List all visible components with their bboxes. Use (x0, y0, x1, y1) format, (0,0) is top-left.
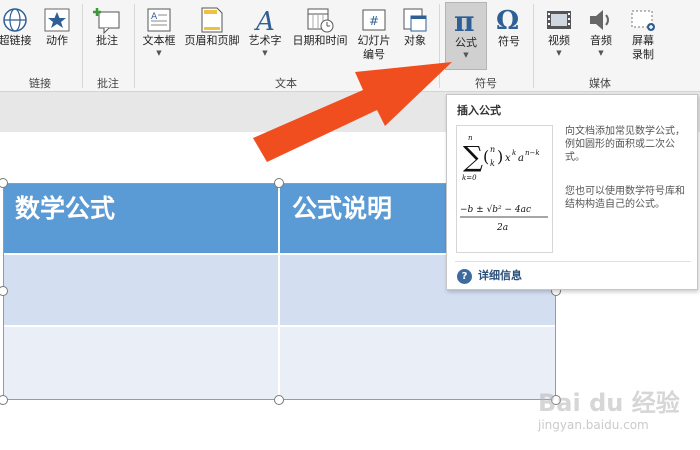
help-icon: ? (457, 268, 472, 284)
svg-text:k: k (490, 159, 495, 168)
tooltip-more-info-link[interactable]: ? 详细信息 (457, 267, 522, 284)
calendar-clock-icon (307, 8, 334, 33)
resize-handle[interactable] (0, 395, 8, 405)
group-label-comments: 批注 (97, 77, 119, 90)
resize-handle[interactable] (274, 178, 284, 188)
formula-preview-image: ∑ n k=0 ( n k ) x k a n−k −b ± √b² − 4ac… (456, 125, 553, 253)
group-label-media: 媒体 (589, 77, 611, 90)
hyperlink-button[interactable]: 超链接 (0, 6, 34, 48)
textbox-button[interactable]: A 文本框 ▼ (139, 6, 179, 57)
screen-recording-button[interactable]: 屏幕 录制 (624, 6, 662, 62)
hyperlink-label: 超链接 (0, 34, 32, 47)
datetime-button[interactable]: 日期和时间 (287, 6, 353, 48)
group-separator (533, 4, 534, 88)
object-button[interactable]: 对象 (397, 6, 433, 48)
textbox-label: 文本框 (142, 34, 176, 47)
speaker-icon (590, 10, 609, 30)
star-action-icon (44, 8, 70, 32)
screen-recording-label-2: 录制 (632, 48, 654, 61)
symbol-label: 符号 (498, 35, 520, 48)
svg-text:n−k: n−k (525, 149, 540, 157)
chevron-down-icon: ▼ (556, 49, 562, 57)
svg-text:k: k (512, 149, 516, 157)
group-separator (134, 4, 135, 88)
svg-text:n: n (490, 145, 495, 154)
svg-text:(: ( (483, 147, 489, 166)
chevron-down-icon: ▼ (598, 49, 604, 57)
svg-text:π: π (454, 6, 475, 36)
chevron-down-icon: ▼ (156, 49, 162, 57)
svg-text:a: a (518, 153, 524, 164)
film-icon (547, 11, 571, 29)
svg-text:−b ± √b² − 4ac: −b ± √b² − 4ac (460, 204, 531, 215)
wordart-icon: A (254, 7, 275, 34)
screen-recording-label-1: 屏幕 (632, 34, 654, 47)
action-label: 动作 (46, 34, 68, 47)
audio-label: 音频 (590, 34, 612, 47)
tooltip-title: 插入公式 (457, 104, 501, 117)
tooltip-description: 您也可以使用数学符号库和结构构造自己的公式。 (565, 186, 685, 210)
resize-handle[interactable] (274, 395, 284, 405)
omega-icon: Ω (496, 6, 519, 35)
watermark-logo: Bai du 经验 (538, 389, 680, 417)
group-separator (82, 4, 83, 88)
comment-label: 批注 (96, 34, 118, 47)
datetime-label: 日期和时间 (292, 34, 348, 47)
header-footer-button[interactable]: 页眉和页脚 (181, 6, 243, 48)
video-button[interactable]: 视频 ▼ (540, 6, 578, 57)
arrow-annotation-icon (253, 62, 452, 162)
wordart-label: 艺术字 (248, 34, 282, 47)
header-footer-label: 页眉和页脚 (184, 34, 240, 47)
symbol-button[interactable]: Ω 符号 (490, 5, 528, 49)
action-button[interactable]: 动作 (40, 6, 74, 48)
watermark-url: jingyan.baidu.com (538, 418, 649, 432)
object-icon (403, 8, 427, 32)
svg-text:A: A (254, 7, 275, 34)
svg-text:x: x (505, 153, 511, 164)
svg-text:∑: ∑ (463, 140, 483, 173)
tooltip-description: 向文档添加常见数学公式，例如圆形的面积或二次公式。 (565, 126, 685, 163)
group-label-links: 链接 (29, 77, 51, 90)
video-label: 视频 (548, 34, 570, 47)
audio-button[interactable]: 音频 ▼ (583, 6, 619, 57)
slide-number-icon: # (362, 9, 386, 31)
screen-recording-icon (631, 10, 655, 31)
slide-number-label-1: 幻灯片 (357, 34, 391, 47)
comment-icon (93, 8, 120, 34)
header-footer-icon (201, 7, 223, 33)
pi-icon: π (454, 6, 475, 36)
object-label: 对象 (404, 34, 426, 47)
comment-button[interactable]: 批注 (88, 6, 126, 48)
globe-link-icon (3, 8, 27, 32)
svg-text:n: n (468, 134, 473, 142)
svg-text:): ) (497, 147, 503, 166)
equation-label: 公式 (455, 36, 477, 49)
svg-text:#: # (369, 14, 379, 28)
svg-text:Ω: Ω (496, 6, 519, 35)
svg-text:k=0: k=0 (462, 174, 477, 182)
more-info-label: 详细信息 (478, 269, 522, 282)
equation-tooltip: 插入公式 ∑ n k=0 ( n k ) x k a n−k −b ± √b² … (446, 94, 698, 290)
tooltip-divider (455, 261, 691, 262)
svg-text:2a: 2a (496, 223, 508, 233)
textbox-icon: A (147, 8, 171, 32)
